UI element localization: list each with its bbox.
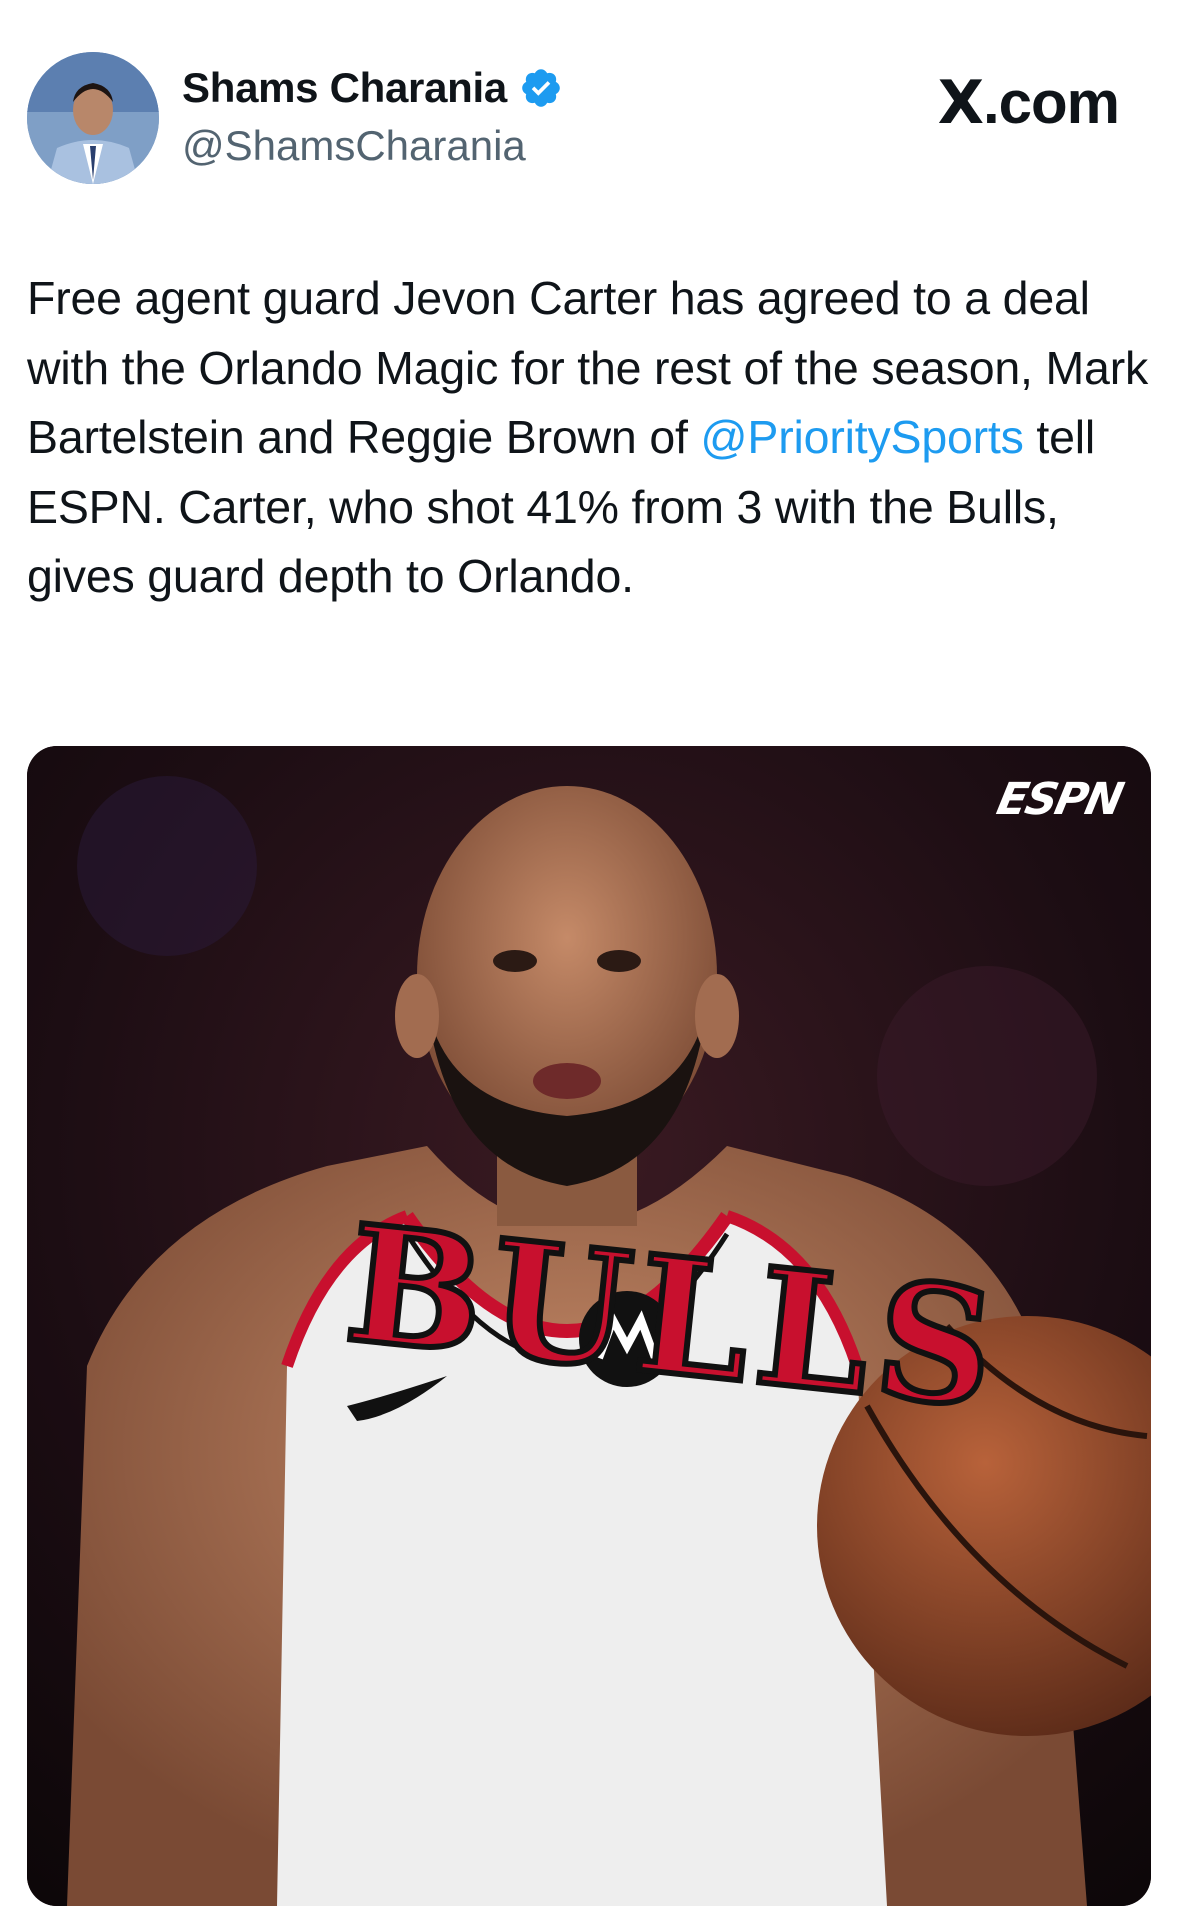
espn-logo: ESPN <box>992 774 1127 825</box>
tweet-text: Free agent guard Jevon Carter has agreed… <box>27 264 1152 612</box>
author-name-row: Shams Charania <box>182 64 563 112</box>
verified-badge-icon <box>519 66 563 110</box>
tweet-header: Shams Charania @ShamsCharania X .com <box>0 0 1179 230</box>
author-display-name[interactable]: Shams Charania <box>182 64 507 112</box>
x-logo-icon: X <box>937 68 984 138</box>
avatar-photo <box>27 52 159 184</box>
avatar[interactable] <box>27 52 159 184</box>
site-label-suffix: .com <box>982 69 1120 136</box>
tweet-media-image[interactable]: BULLS ESPN <box>27 746 1151 1906</box>
mention-link[interactable]: @PrioritySports <box>700 411 1023 463</box>
x-com-logo: X .com <box>937 68 1120 138</box>
author-handle[interactable]: @ShamsCharania <box>182 122 526 170</box>
